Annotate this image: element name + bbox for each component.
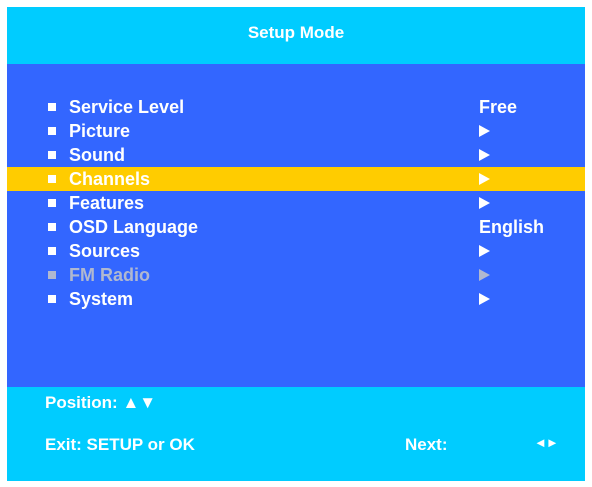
right-arrow-icon: [479, 149, 490, 161]
square-bullet-icon: [48, 271, 56, 279]
menu-item-label: Picture: [69, 121, 131, 141]
menu-item-sound[interactable]: Sound: [7, 143, 585, 167]
exit-hint: Exit: SETUP or OK: [45, 435, 195, 454]
menu-item-label: Features: [69, 193, 145, 213]
page-title: Setup Mode: [247, 23, 345, 42]
position-hint: Position: ▲▼: [45, 393, 157, 412]
square-bullet-icon: [48, 247, 56, 255]
menu-item-picture[interactable]: Picture: [7, 119, 585, 143]
square-bullet-icon: [48, 223, 56, 231]
right-arrow-icon: [479, 173, 490, 185]
osd-footer: Position: ▲▼ Exit: SETUP or OK Next: ◄►: [7, 387, 585, 481]
square-bullet-icon: [48, 175, 56, 183]
menu-item-label: Sources: [69, 241, 141, 261]
menu-item-label: Service Level: [69, 97, 185, 117]
square-bullet-icon: [48, 199, 56, 207]
square-bullet-icon: [48, 103, 56, 111]
menu-item-label: OSD Language: [69, 217, 199, 237]
menu-item-label: Sound: [69, 145, 125, 165]
next-hint-label: Next:: [405, 435, 448, 454]
right-arrow-icon: [479, 197, 490, 209]
menu-item-label: FM Radio: [69, 265, 150, 285]
menu-item-system[interactable]: System: [7, 287, 585, 311]
menu-item-features[interactable]: Features: [7, 191, 585, 215]
setup-menu: Service Level Free Picture Sound Channel…: [7, 59, 585, 387]
service-level-value: Free: [479, 97, 518, 117]
menu-item-sources[interactable]: Sources: [7, 239, 585, 263]
setup-osd: Setup Mode Service Level Free Picture So…: [7, 7, 585, 481]
menu-item-label: Channels: [69, 169, 151, 189]
osd-language-value: English: [479, 217, 545, 237]
menu-item-service-level[interactable]: Service Level Free: [7, 95, 585, 119]
left-right-arrows-icon: ◄►: [534, 435, 559, 450]
menu-item-fm-radio: FM Radio: [7, 263, 585, 287]
square-bullet-icon: [48, 151, 56, 159]
right-arrow-icon: [479, 245, 490, 257]
right-arrow-icon: [479, 125, 490, 137]
osd-header: Setup Mode: [7, 7, 585, 59]
right-arrow-icon: [479, 293, 490, 305]
square-bullet-icon: [48, 295, 56, 303]
square-bullet-icon: [48, 127, 56, 135]
right-arrow-icon: [479, 269, 490, 281]
menu-item-osd-language[interactable]: OSD Language English: [7, 215, 585, 239]
menu-item-channels[interactable]: Channels: [7, 167, 585, 191]
menu-item-label: System: [69, 289, 134, 309]
